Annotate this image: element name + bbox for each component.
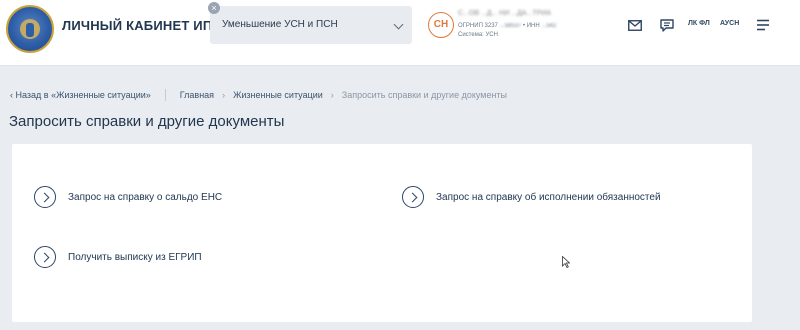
chevron-down-icon xyxy=(393,19,404,30)
link-label: Запрос на справку об исполнении обязанно… xyxy=(436,191,661,203)
mode-select[interactable]: Уменьшение УСН и ПСН xyxy=(210,6,412,44)
inn-value: ...542 xyxy=(541,23,557,29)
link-egrip-extract[interactable]: Получить выписку из ЕГРИП xyxy=(34,246,202,268)
page-title: Запросить справки и другие документы xyxy=(9,113,285,130)
link-label: Получить выписку из ЕГРИП xyxy=(68,251,202,263)
breadcrumb-current: Запросить справки и другие документы xyxy=(341,90,508,100)
link-label: Запрос на справку о сальдо ЕНС xyxy=(68,191,223,203)
inn-label: • ИНН xyxy=(522,23,540,29)
header: ЛИЧНЫЙ КАБИНЕТ ИП Уменьшение УСН и ПСН ×… xyxy=(0,0,800,66)
ogrnip-value: ...58537 xyxy=(499,23,522,29)
menu-icon[interactable] xyxy=(752,14,774,36)
documents-card xyxy=(12,144,752,322)
breadcrumb: ‹ Назад в «Жизненные ситуации» Главная ›… xyxy=(10,89,507,101)
chat-icon[interactable] xyxy=(656,14,678,36)
link-obligations-certificate[interactable]: Запрос на справку об исполнении обязанно… xyxy=(402,186,661,208)
chevron-right-icon: › xyxy=(330,90,334,100)
user-ids: ОГРНИП 3237 ...58537 • ИНН ...542 xyxy=(458,23,556,29)
mouse-cursor-icon xyxy=(562,256,570,268)
breadcrumb-section[interactable]: Жизненные ситуации xyxy=(233,90,323,100)
arrow-circle-icon xyxy=(34,246,56,268)
fns-emblem-logo[interactable] xyxy=(6,5,54,53)
user-name: С...ОВ ...Д... НИ ...ДА...ТРИА xyxy=(458,10,552,17)
link-lk-fl[interactable]: ЛК ФЛ xyxy=(688,20,710,27)
arrow-circle-icon xyxy=(402,186,424,208)
link-ausn[interactable]: АУСН xyxy=(720,20,739,27)
breadcrumb-home[interactable]: Главная xyxy=(180,90,214,100)
brand-title[interactable]: ЛИЧНЫЙ КАБИНЕТ ИП xyxy=(62,18,212,33)
mail-icon[interactable] xyxy=(624,14,646,36)
breadcrumb-divider xyxy=(164,89,166,101)
back-link[interactable]: ‹ Назад в «Жизненные ситуации» xyxy=(10,90,151,100)
arrow-circle-icon xyxy=(34,186,56,208)
ogrnip-label: ОГРНИП 3237 xyxy=(458,23,498,29)
chevron-right-icon: › xyxy=(222,90,226,100)
mode-select-label: Уменьшение УСН и ПСН xyxy=(222,19,338,30)
close-icon[interactable]: × xyxy=(208,2,220,14)
tax-system: Система: УСН xyxy=(458,32,498,38)
link-saldo-ens[interactable]: Запрос на справку о сальдо ЕНС xyxy=(34,186,222,208)
avatar[interactable]: СН xyxy=(428,12,454,38)
